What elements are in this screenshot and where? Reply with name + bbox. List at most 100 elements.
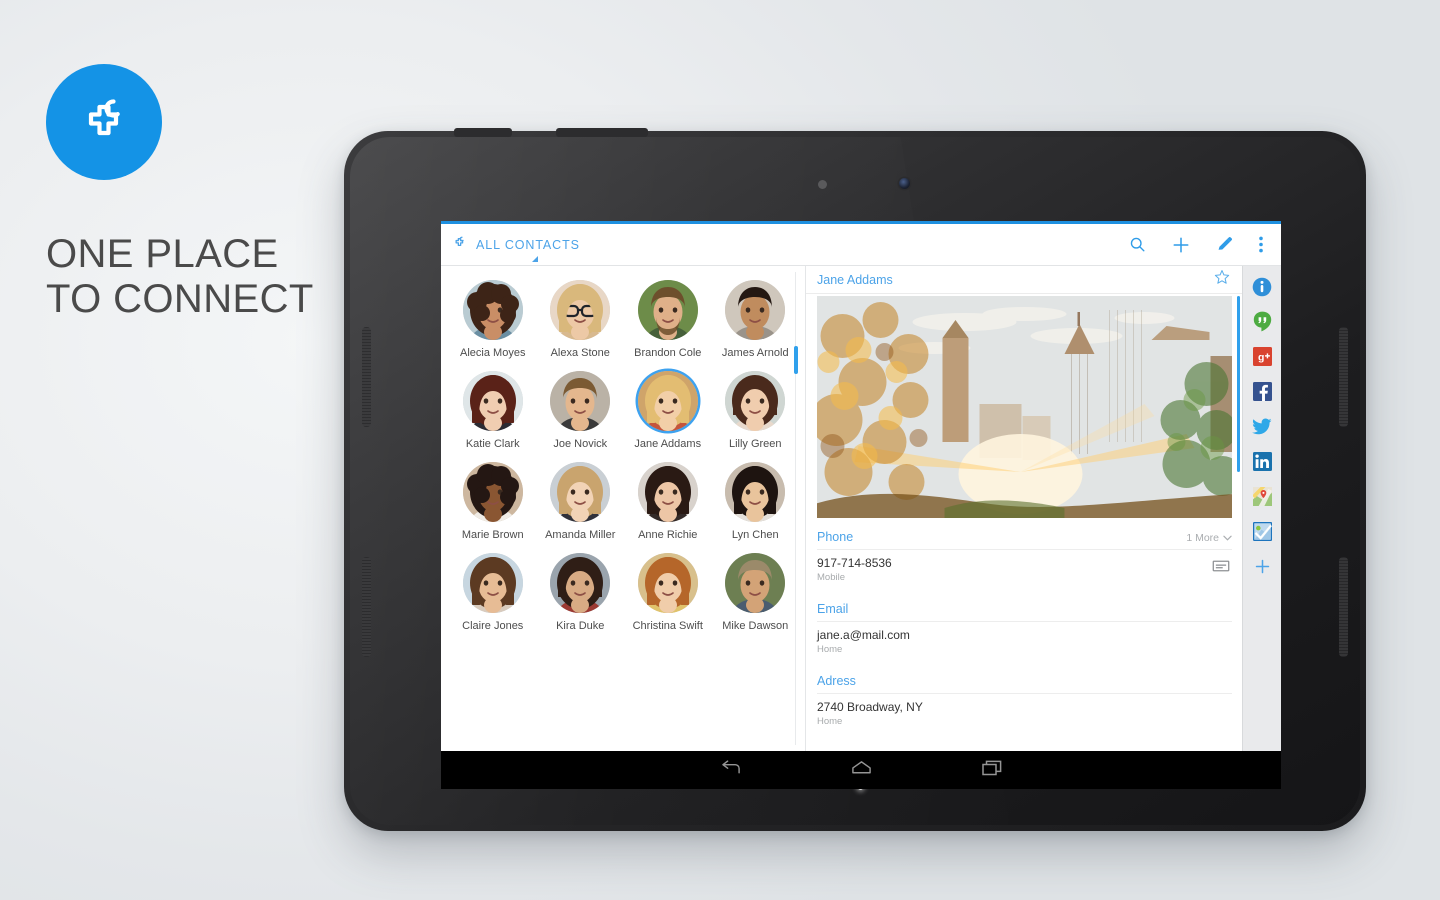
all-contacts-label: ALL CONTACTS	[476, 237, 580, 252]
sms-message-icon[interactable]	[1212, 559, 1230, 577]
promo-block: ONE PLACE TO CONNECT	[46, 64, 376, 322]
linkedin-icon[interactable]	[1252, 451, 1273, 472]
contact-cell[interactable]: Katie Clark	[449, 371, 537, 450]
all-contacts-dropdown[interactable]: ALL CONTACTS	[451, 234, 580, 262]
contact-cell[interactable]: Jane Addams	[624, 371, 712, 450]
contact-cell[interactable]: Joe Novick	[537, 371, 625, 450]
contacts-plus-logo-icon	[46, 64, 162, 180]
contact-name-label: Mike Dawson	[722, 620, 789, 632]
contact-cell[interactable]: Lyn Chen	[712, 462, 800, 541]
contact-avatar[interactable]	[550, 553, 611, 613]
nav-back-icon[interactable]	[720, 759, 741, 781]
star-outline-icon[interactable]	[1214, 269, 1230, 290]
speaker-grille-left-lower	[362, 557, 371, 657]
contact-name-label: Lilly Green	[728, 438, 782, 450]
contact-avatar[interactable]	[637, 462, 698, 522]
contact-avatar[interactable]	[637, 371, 698, 431]
contact-avatar[interactable]	[462, 371, 523, 431]
contact-cell[interactable]: Kira Duke	[537, 553, 625, 632]
power-button[interactable]	[454, 128, 512, 137]
field-value: 917-714-8536	[817, 556, 892, 570]
show-more-label: 1 More	[1186, 532, 1219, 544]
field-section-header: Phone 1 More	[817, 518, 1232, 549]
google-plus-icon[interactable]: g	[1252, 346, 1273, 367]
contact-avatar[interactable]	[725, 553, 786, 613]
speaker-grille-right-lower	[1339, 557, 1348, 657]
contact-avatar[interactable]	[550, 462, 611, 522]
contact-cell[interactable]: Mike Dawson	[712, 553, 800, 632]
city-park-sunset-photo: 0%#b9d7ec 45%#e2e9ea 75%#fde9c0 100%#fff…	[817, 296, 1232, 518]
contact-cell[interactable]: Claire Jones	[449, 553, 537, 632]
search-icon[interactable]	[1129, 236, 1146, 253]
contact-detail-name: Jane Addams	[817, 272, 893, 287]
nav-home-icon[interactable]	[851, 760, 872, 780]
contact-avatar[interactable]	[725, 462, 786, 522]
contact-name-label: James Arnold	[721, 347, 789, 359]
contact-name-label: Alexa Stone	[550, 347, 610, 359]
contact-name-label: Katie Clark	[465, 438, 520, 450]
contact-name-label: Anne Richie	[638, 529, 698, 541]
add-icon[interactable]	[1172, 236, 1190, 254]
facebook-icon[interactable]	[1252, 381, 1273, 402]
tablet-bezel: ALL CONTACTS Alecia Moyes Alexa Stone Br…	[350, 137, 1360, 825]
detail-scrollbar-thumb[interactable]	[1237, 296, 1240, 472]
contact-name-label: Alecia Moyes	[460, 347, 526, 359]
twitter-icon[interactable]	[1252, 416, 1273, 437]
contact-name-label: Brandon Cole	[634, 347, 702, 359]
promo-screenshot-canvas: ONE PLACE TO CONNECT ALL CONTACTS Alecia…	[0, 0, 1440, 900]
field-label: Home	[817, 644, 843, 655]
info-icon[interactable]	[1252, 276, 1273, 297]
contact-avatar[interactable]	[725, 280, 786, 340]
contact-avatar[interactable]	[550, 280, 611, 340]
contact-cell[interactable]: James Arnold	[712, 280, 800, 359]
show-more-toggle[interactable]: 1 More	[1186, 532, 1232, 544]
field-value: jane.a@mail.com	[817, 628, 910, 642]
field-section-title: Adress	[817, 674, 856, 688]
contact-cell[interactable]: Lilly Green	[712, 371, 800, 450]
field-section-header: Adress	[817, 662, 1232, 693]
contacts-grid-pane: Alecia Moyes Alexa Stone Brandon Cole Ja…	[441, 266, 806, 751]
promo-headline: ONE PLACE TO CONNECT	[46, 232, 314, 321]
contact-cell[interactable]: Marie Brown	[449, 462, 537, 541]
contact-name-label: Kira Duke	[556, 620, 605, 632]
contact-avatar[interactable]	[462, 280, 523, 340]
contact-fields: Phone 1 More 917-714-8536 Mobile Email ja…	[806, 518, 1242, 734]
contact-cell[interactable]: Amanda Miller	[537, 462, 625, 541]
tasks-check-icon[interactable]	[1252, 521, 1273, 542]
chevron-down-icon	[1223, 532, 1232, 544]
front-camera-icon	[899, 178, 910, 189]
contact-avatar[interactable]	[637, 280, 698, 340]
field-row[interactable]: 917-714-8536 Mobile	[817, 549, 1232, 590]
contact-name-label: Christina Swift	[632, 620, 703, 632]
google-maps-icon[interactable]	[1252, 486, 1273, 507]
volume-button[interactable]	[556, 128, 648, 137]
field-label: Mobile	[817, 572, 845, 583]
contact-avatar[interactable]	[550, 371, 611, 431]
add-service-icon[interactable]	[1252, 556, 1273, 577]
contact-name-label: Claire Jones	[462, 620, 524, 632]
contact-detail-header: Jane Addams	[806, 266, 1242, 294]
android-navigation-bar	[441, 751, 1281, 789]
overflow-menu-icon[interactable]	[1259, 236, 1263, 253]
contact-avatar[interactable]	[637, 553, 698, 613]
contact-avatar[interactable]	[725, 371, 786, 431]
contact-name-label: Marie Brown	[461, 529, 524, 541]
hangouts-icon[interactable]	[1252, 311, 1273, 332]
field-row[interactable]: jane.a@mail.com Home	[817, 621, 1232, 662]
contacts-grid: Alecia Moyes Alexa Stone Brandon Cole Ja…	[441, 266, 805, 632]
field-row[interactable]: 2740 Broadway, NY Home	[817, 693, 1232, 734]
contact-cell[interactable]: Alexa Stone	[537, 280, 625, 359]
app-bar: ALL CONTACTS	[441, 224, 1281, 266]
contact-cell[interactable]: Christina Swift	[624, 553, 712, 632]
contact-cell[interactable]: Alecia Moyes	[449, 280, 537, 359]
contact-cell[interactable]: Brandon Cole	[624, 280, 712, 359]
contact-avatar[interactable]	[462, 553, 523, 613]
field-value: 2740 Broadway, NY	[817, 700, 923, 714]
edit-pencil-icon[interactable]	[1216, 236, 1233, 253]
contact-cell[interactable]: Anne Richie	[624, 462, 712, 541]
contact-avatar[interactable]	[462, 462, 523, 522]
contacts-scrollbar-thumb[interactable]	[794, 346, 798, 374]
field-section-title: Phone	[817, 530, 854, 544]
contact-detail-pane: Jane Addams 0%#b9d7	[806, 266, 1242, 751]
nav-recents-icon[interactable]	[982, 760, 1002, 781]
